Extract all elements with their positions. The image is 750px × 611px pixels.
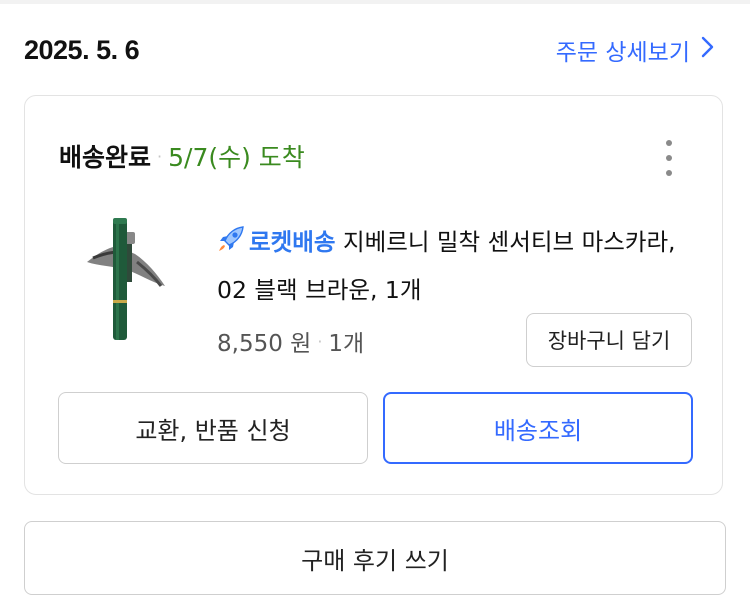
more-vertical-icon[interactable] [664,140,674,176]
top-divider [0,0,750,4]
rocket-icon [217,223,247,268]
add-to-cart-button[interactable]: 장바구니 담기 [526,313,692,367]
delivery-status: 배송완료 [59,143,152,172]
shipment-status-row: 배송완료 · 5/7(수) 도착 [59,138,305,174]
arrival-date: 5/7(수) 도착 [168,143,305,172]
track-delivery-button[interactable]: 배송조회 [383,392,693,464]
rocket-delivery-badge: 로켓배송 [249,228,336,256]
product-title[interactable]: 로켓배송 지베르니 밀착 센서티브 마스카라, 02 블랙 브라운, 1개 [217,220,697,313]
product-thumbnail[interactable] [77,214,173,344]
separator-dot: · [157,146,163,166]
order-header: 2025. 5. 6 주문 상세보기 [24,28,714,72]
product-quantity: 1개 [328,331,365,357]
order-detail-link[interactable]: 주문 상세보기 [556,33,714,67]
separator-dot: · [317,331,323,351]
order-date: 2025. 5. 6 [24,34,140,65]
order-detail-label: 주문 상세보기 [555,40,690,66]
price-row: 8,550 원 · 1개 [217,324,364,358]
order-card: 배송완료 · 5/7(수) 도착 로켓배송 지베르니 밀착 센서티브 마스카라,… [24,95,723,495]
write-review-button[interactable]: 구매 후기 쓰기 [24,521,726,595]
exchange-return-button[interactable]: 교환, 반품 신청 [58,392,368,464]
product-price: 8,550 원 [217,331,312,357]
chevron-right-icon [700,36,714,64]
